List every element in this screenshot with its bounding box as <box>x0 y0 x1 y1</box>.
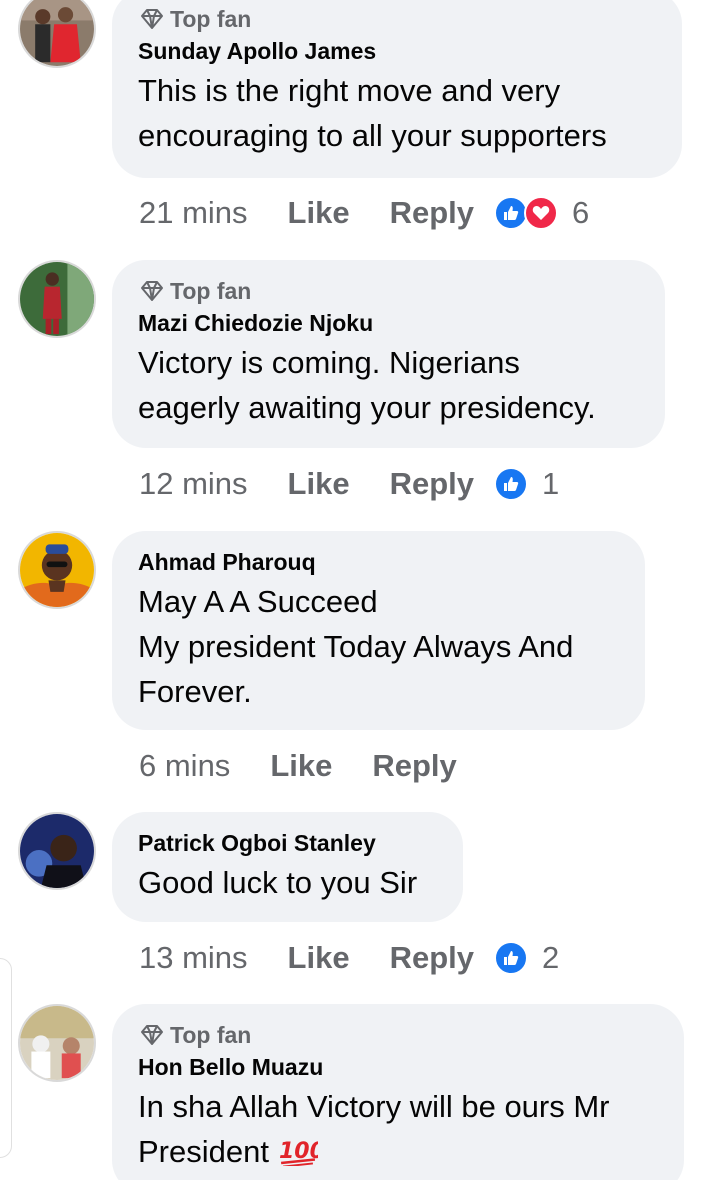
avatar-photo <box>20 814 94 888</box>
top-fan-badge: Top fan <box>138 4 656 34</box>
comment-line: My president Today Always And <box>138 629 574 664</box>
hundred-points-emoji: 100 <box>278 1133 325 1178</box>
comment-bubble: Top fan Sunday Apollo James This is the … <box>112 0 682 178</box>
avatar-photo <box>20 262 94 336</box>
avatar[interactable] <box>18 531 96 609</box>
like-button[interactable]: Like <box>288 466 350 502</box>
reactions-summary[interactable] <box>494 196 558 230</box>
avatar[interactable] <box>18 260 96 338</box>
avatar-photo <box>20 533 94 607</box>
reaction-count[interactable]: 1 <box>542 466 559 502</box>
reply-button[interactable]: Reply <box>390 195 474 231</box>
reactions-summary[interactable] <box>494 467 528 501</box>
comment-actions: 6 mins Like Reply <box>139 744 477 788</box>
comment-line: encouraging to all your supporters <box>138 118 607 153</box>
comment-actions: 21 mins Like Reply 6 <box>139 191 589 235</box>
comment-author[interactable]: Ahmad Pharouq <box>138 545 619 579</box>
avatar[interactable] <box>18 0 96 68</box>
like-button[interactable]: Like <box>270 748 332 784</box>
comment-line: In sha Allah Victory will be ours Mr <box>138 1089 610 1124</box>
reaction-count[interactable]: 6 <box>572 195 589 231</box>
comment-author[interactable]: Mazi Chiedozie Njoku <box>138 306 639 340</box>
thumbs-up-icon <box>494 941 528 975</box>
reaction-count[interactable]: 2 <box>542 940 559 976</box>
top-fan-badge: Top fan <box>138 276 639 306</box>
avatar[interactable] <box>18 812 96 890</box>
side-panel-edge <box>0 958 12 1158</box>
diamond-icon <box>141 9 163 29</box>
comment-bubble: Top fan Hon Bello Muazu In sha Allah Vic… <box>112 1004 684 1180</box>
badge-label: Top fan <box>170 5 252 32</box>
comment-timestamp[interactable]: 12 mins <box>139 466 248 502</box>
heart-icon <box>524 196 558 230</box>
comment-timestamp[interactable]: 13 mins <box>139 940 248 976</box>
comment-line: Forever. <box>138 674 252 709</box>
avatar-photo <box>20 1006 94 1080</box>
comment-timestamp[interactable]: 21 mins <box>139 195 248 231</box>
comment-line: Good luck to you Sir <box>138 865 418 900</box>
reactions-summary[interactable] <box>494 941 528 975</box>
comment-author[interactable]: Patrick Ogboi Stanley <box>138 826 437 860</box>
like-button[interactable]: Like <box>288 195 350 231</box>
avatar-photo <box>20 0 94 66</box>
comment-actions: 13 mins Like Reply 2 <box>139 936 559 980</box>
reply-button[interactable]: Reply <box>372 748 456 784</box>
comment-line-text: President <box>138 1134 269 1169</box>
thumbs-up-icon <box>494 467 528 501</box>
badge-label: Top fan <box>170 277 252 304</box>
like-button[interactable]: Like <box>288 940 350 976</box>
thumbs-up-icon <box>494 196 528 230</box>
top-fan-badge: Top fan <box>138 1020 658 1050</box>
comment-bubble: Top fan Mazi Chiedozie Njoku Victory is … <box>112 260 665 448</box>
comments-feed: Top fan Sunday Apollo James This is the … <box>0 0 720 1180</box>
comment-bubble: Ahmad Pharouq May A A Succeed My preside… <box>112 531 645 730</box>
comment-text: This is the right move and very encourag… <box>138 68 656 174</box>
comment-line: May A A Succeed <box>138 584 378 619</box>
comment-author[interactable]: Sunday Apollo James <box>138 34 656 68</box>
avatar[interactable] <box>18 1004 96 1082</box>
reply-button[interactable]: Reply <box>390 466 474 502</box>
comment-bubble: Patrick Ogboi Stanley Good luck to you S… <box>112 812 463 922</box>
comment-text: Victory is coming. Nigerians eagerly awa… <box>138 340 639 446</box>
comment-line: eagerly awaiting your presidency. <box>138 390 596 425</box>
comment-text: May A A Succeed My president Today Alway… <box>138 579 619 730</box>
comment-line: Victory is coming. Nigerians <box>138 345 520 380</box>
comment-text: In sha Allah Victory will be ours Mr Pre… <box>138 1084 658 1180</box>
comment-author[interactable]: Hon Bello Muazu <box>138 1050 658 1084</box>
diamond-icon <box>141 281 163 301</box>
badge-label: Top fan <box>170 1021 252 1048</box>
reply-button[interactable]: Reply <box>390 940 474 976</box>
diamond-icon <box>141 1025 163 1045</box>
comment-actions: 12 mins Like Reply 1 <box>139 462 559 506</box>
comment-line: This is the right move and very <box>138 73 561 108</box>
comment-line: President 100 <box>138 1129 658 1178</box>
comment-text: Good luck to you Sir <box>138 860 437 921</box>
comment-timestamp[interactable]: 6 mins <box>139 748 230 784</box>
